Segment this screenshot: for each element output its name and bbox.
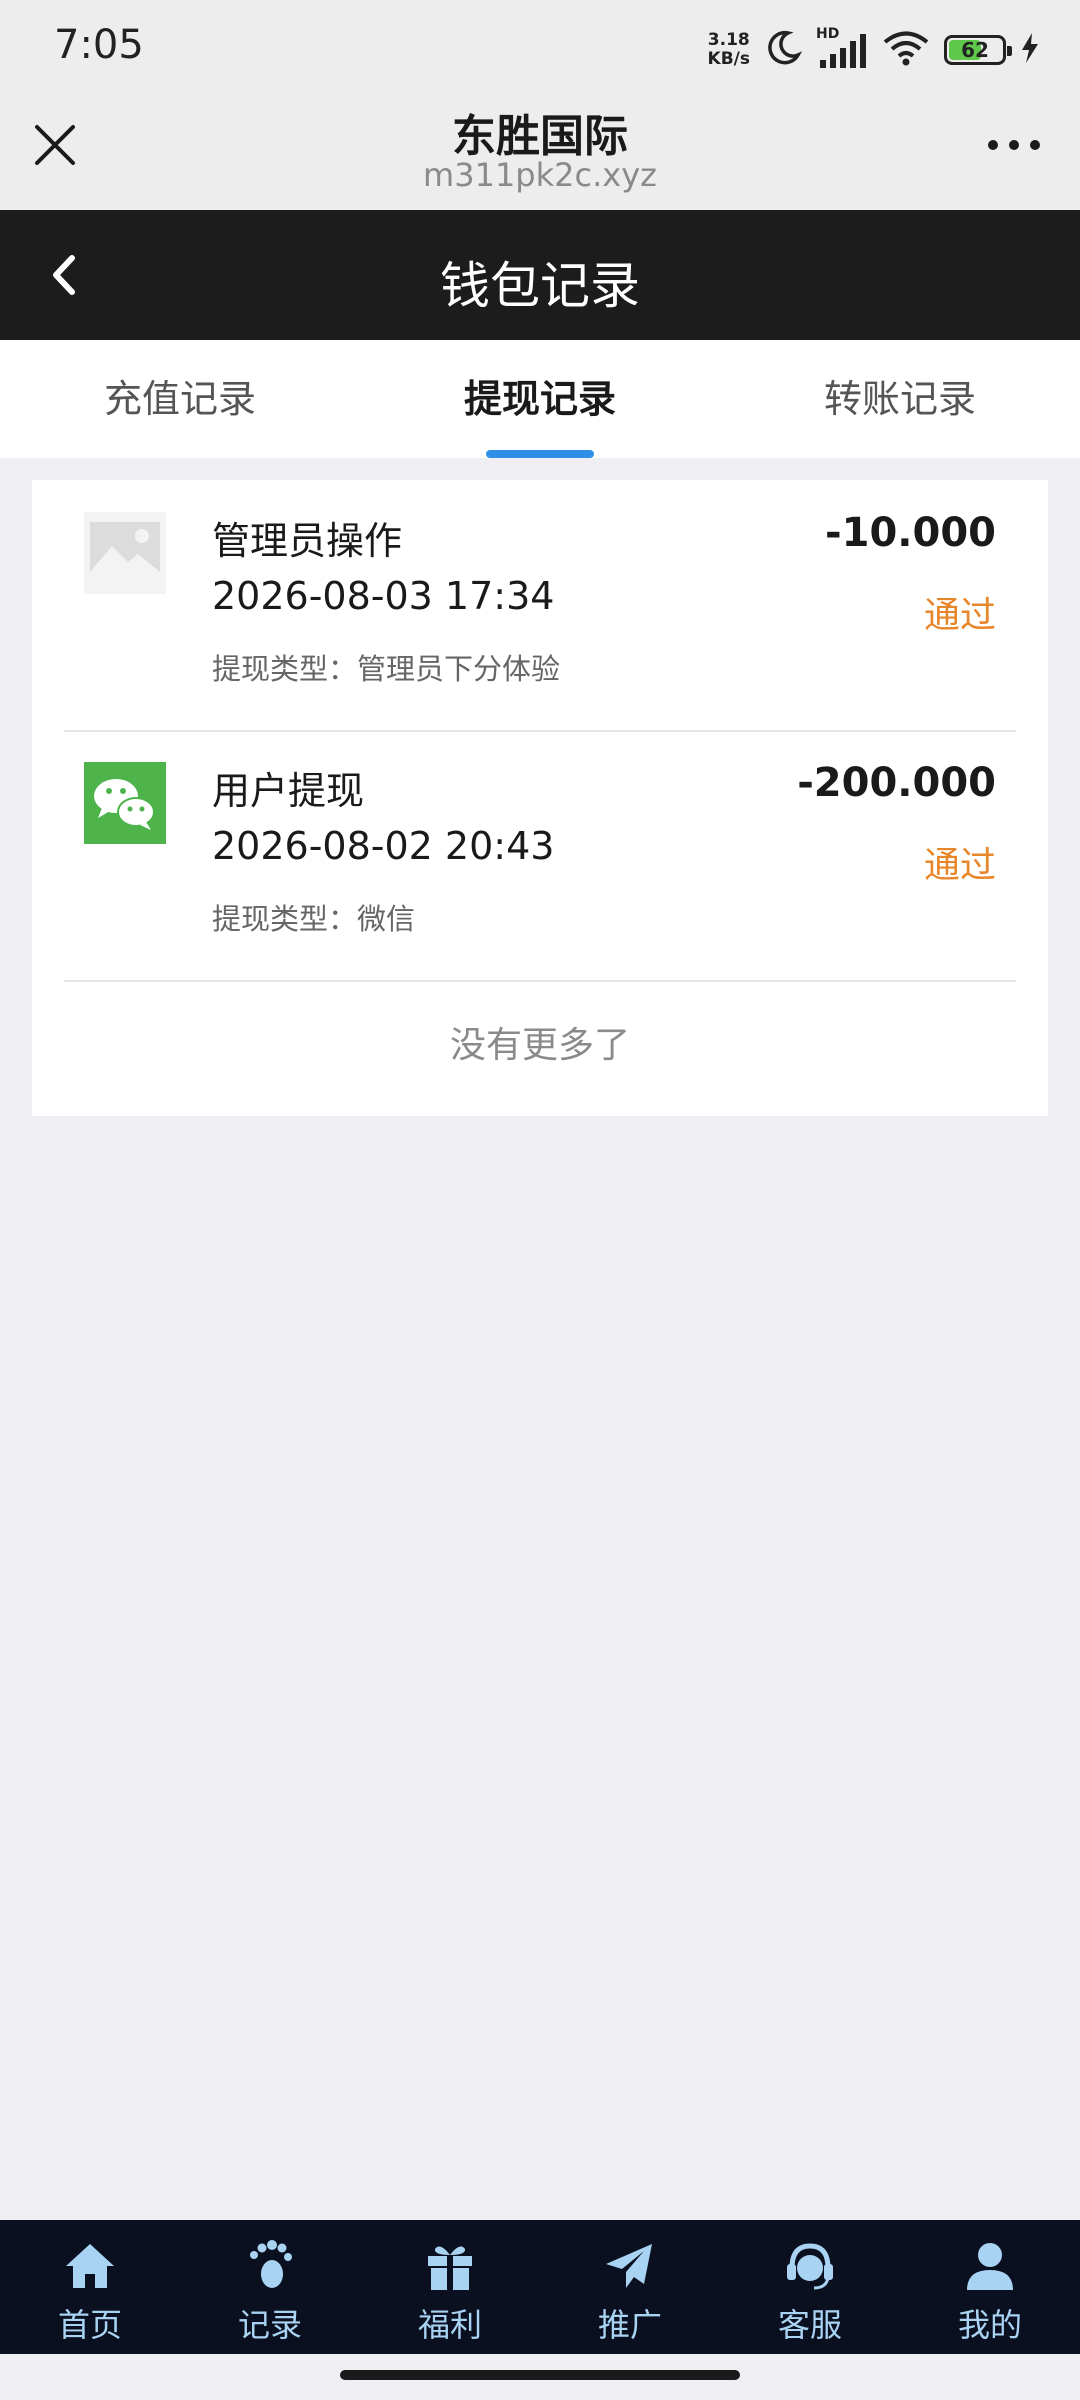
page-header: 钱包记录 [0, 210, 1080, 340]
nav-item-customer-service[interactable]: 客服 [720, 2220, 900, 2354]
status-bar: 7:05 3.18 KB/s HD 62 [0, 0, 1080, 100]
tab-withdrawal-records[interactable]: 提现记录 [360, 340, 720, 458]
list-item[interactable]: 管理员操作 2026-08-03 17:34 提现类型：管理员下分体验 -10.… [64, 480, 1016, 732]
tab-transfer-records[interactable]: 转账记录 [720, 340, 1080, 458]
record-time: 2026-08-03 17:34 [212, 574, 555, 618]
user-icon [967, 2243, 1013, 2290]
battery-level: 62 [961, 38, 989, 62]
battery-tip [1007, 46, 1012, 56]
footprint-icon [250, 2240, 292, 2288]
record-type: 提现类型：管理员下分体验 [212, 652, 561, 686]
nav-item-promote[interactable]: 推广 [540, 2220, 720, 2354]
nav-item-home[interactable]: 首页 [0, 2220, 180, 2354]
battery-icon: 62 [944, 35, 1012, 65]
record-time: 2026-08-02 20:43 [212, 824, 555, 868]
moon-icon [764, 29, 803, 71]
record-amount: -10.000 [825, 510, 996, 556]
nav-label: 首页 [57, 2306, 122, 2344]
record-type: 提现类型：微信 [212, 902, 416, 936]
nav-item-mine[interactable]: 我的 [900, 2220, 1080, 2354]
record-tabs: 充值记录 提现记录 转账记录 [0, 340, 1080, 458]
home-indicator [340, 2370, 740, 2380]
network-speed-value: 3.18 [707, 30, 750, 50]
record-name: 用户提现 [212, 769, 365, 813]
tab-label: 充值记录 [103, 377, 256, 421]
wifi-icon [882, 29, 930, 71]
nav-label: 记录 [237, 2306, 302, 2344]
gift-icon [428, 2246, 472, 2290]
status-badge: 通过 [923, 595, 996, 636]
nav-item-welfare[interactable]: 福利 [360, 2220, 540, 2354]
list-end-text: 没有更多了 [449, 1025, 630, 1066]
wechat-icon [84, 762, 166, 844]
network-speed: 3.18 KB/s [708, 31, 750, 69]
more-button[interactable] [984, 130, 1044, 160]
nav-label: 我的 [957, 2306, 1022, 2344]
nav-item-records[interactable]: 记录 [180, 2220, 360, 2354]
list-item[interactable]: 用户提现 2026-08-02 20:43 提现类型：微信 -200.000 通… [64, 730, 1016, 982]
status-badge: 通过 [923, 845, 996, 886]
tab-deposit-records[interactable]: 充值记录 [0, 340, 360, 458]
paper-plane-icon [606, 2244, 652, 2288]
record-amount: -200.000 [797, 760, 996, 806]
signal-icon: HD [816, 26, 868, 70]
more-icon [988, 140, 1040, 150]
browser-title: 东胜国际 [452, 111, 628, 162]
page-title: 钱包记录 [440, 257, 640, 315]
nav-label: 推广 [597, 2306, 662, 2344]
tab-label: 提现记录 [463, 377, 616, 421]
nav-label: 客服 [777, 2306, 842, 2344]
headset-icon [787, 2243, 833, 2290]
active-tab-indicator [486, 450, 594, 458]
image-placeholder-icon [84, 512, 166, 594]
charging-icon [1020, 32, 1040, 68]
status-icons: 3.18 KB/s HD 62 [708, 26, 1040, 74]
withdrawal-record-list: 管理员操作 2026-08-03 17:34 提现类型：管理员下分体验 -10.… [32, 480, 1048, 1116]
nav-label: 福利 [417, 2306, 482, 2344]
network-speed-unit: KB/s [707, 49, 750, 69]
home-icon [66, 2244, 114, 2288]
browser-url: m311pk2c.xyz [423, 156, 657, 194]
record-name: 管理员操作 [212, 519, 403, 563]
browser-header: 东胜国际 m311pk2c.xyz [0, 100, 1080, 210]
tab-label: 转账记录 [823, 377, 976, 421]
bottom-navigation: 首页 记录 福利 推广 客服 我的 [0, 2220, 1080, 2354]
status-time: 7:05 [54, 22, 144, 68]
